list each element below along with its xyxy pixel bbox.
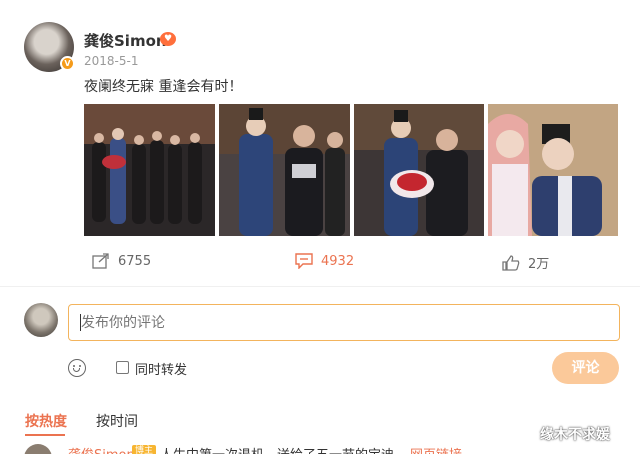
post-photo-2[interactable] — [219, 104, 350, 236]
comment-username[interactable]: 龚俊Simon — [68, 444, 135, 454]
post-text: 夜阑终无寐 重逢会有时！ — [84, 79, 243, 95]
post-photo-4[interactable] — [488, 104, 618, 236]
divider — [0, 286, 640, 287]
current-user-avatar[interactable] — [24, 303, 58, 337]
comment-input[interactable] — [68, 304, 620, 341]
like-count: 2万 — [528, 257, 550, 272]
text-caret — [80, 314, 81, 331]
share-count: 6755 — [118, 253, 152, 269]
comment-avatar[interactable] — [24, 444, 52, 454]
active-tab-underline — [25, 434, 65, 436]
post-date[interactable]: 2018-5-1 — [84, 54, 138, 68]
post-username[interactable]: 龚俊Simon — [84, 30, 167, 51]
submit-comment-button[interactable]: 评论 — [552, 352, 619, 384]
post-photo-3[interactable] — [354, 104, 484, 236]
comment-text: 人生中第一次退机，送给了五一节的宝迪 — [160, 444, 394, 454]
share-icon — [92, 253, 109, 269]
web-link[interactable]: 网页链接 — [410, 444, 462, 454]
vip-icon: ♥ — [160, 32, 176, 46]
repost-checkbox[interactable] — [116, 361, 129, 374]
like-button[interactable]: 2万 — [502, 253, 549, 272]
author-tag-badge: 博主 — [132, 445, 157, 454]
sort-by-hot-tab[interactable]: 按热度 — [25, 411, 67, 431]
comment-count: 4932 — [321, 253, 355, 269]
watermark: 缘木不求媛 — [540, 427, 610, 443]
verified-badge-icon: V — [60, 56, 75, 71]
repost-label[interactable]: 同时转发 — [135, 359, 187, 378]
thumbs-up-icon — [502, 254, 520, 271]
comment-icon — [295, 253, 313, 269]
post-photo-1[interactable] — [84, 104, 215, 236]
comment-button[interactable]: 4932 — [295, 253, 354, 269]
share-button[interactable]: 6755 — [92, 253, 151, 269]
sort-by-time-tab[interactable]: 按时间 — [96, 411, 138, 431]
emoji-icon[interactable] — [68, 359, 86, 377]
